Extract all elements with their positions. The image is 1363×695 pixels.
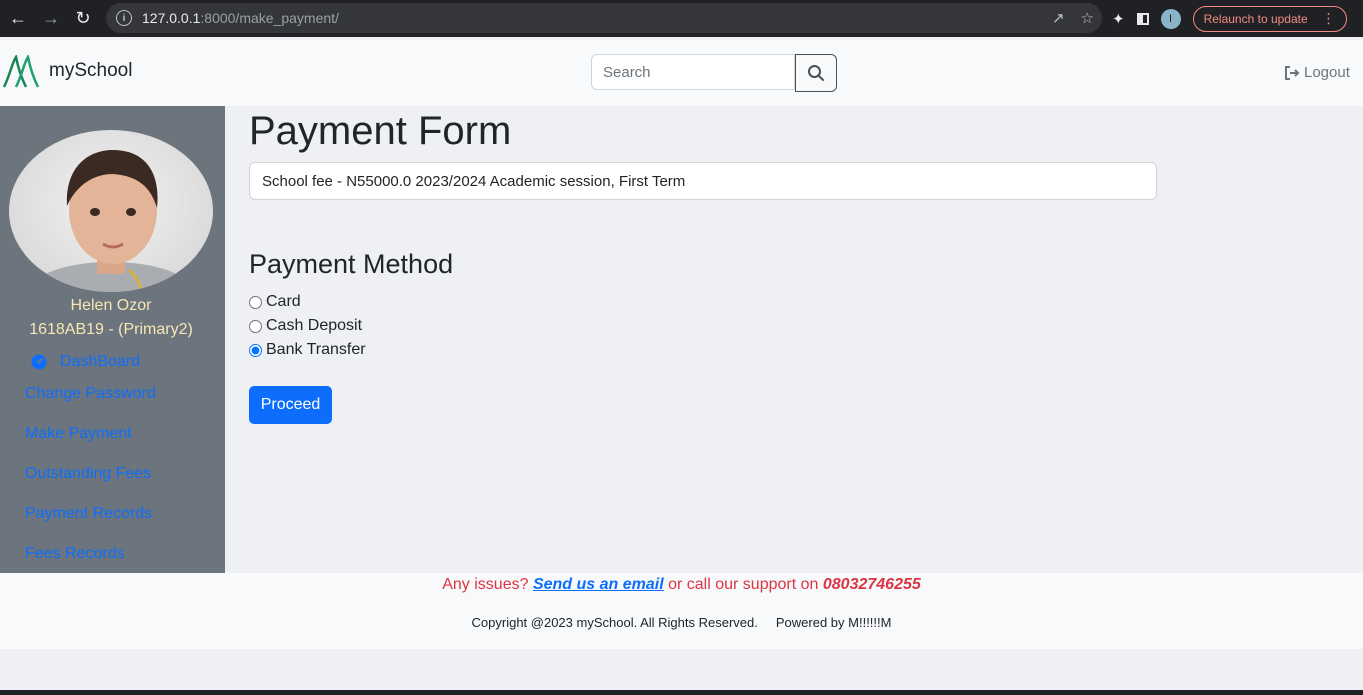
relaunch-label: Relaunch to update: [1203, 11, 1308, 26]
proceed-button[interactable]: Proceed: [249, 386, 332, 424]
site-info-icon[interactable]: i: [116, 10, 132, 26]
side-panel-icon[interactable]: [1136, 12, 1149, 25]
cash-deposit-label: Cash Deposit: [266, 317, 363, 334]
method-option-card[interactable]: Card: [249, 293, 301, 311]
logout-label: Logout: [1304, 64, 1350, 81]
url-host: 127.0.0.1: [142, 10, 201, 26]
sidebar-item-payment-records[interactable]: Payment Records: [25, 505, 152, 523]
search-button[interactable]: [795, 54, 837, 92]
method-option-cash-deposit[interactable]: Cash Deposit: [249, 317, 362, 335]
powered-by-text: Powered by M!!!!!!M: [775, 615, 892, 630]
sidebar-item-make-payment[interactable]: Make Payment: [25, 425, 132, 443]
page-title: Payment Form: [249, 109, 512, 153]
student-name: Helen Ozor: [70, 297, 152, 314]
sidebar-item-label: DashBoard: [60, 353, 141, 370]
search-icon: [808, 65, 824, 81]
sidebar-item-dashboard[interactable]: DashBoard: [31, 353, 140, 371]
profile-avatar[interactable]: I: [1160, 8, 1181, 29]
student-avatar: [9, 130, 213, 292]
url-text[interactable]: 127.0.0.1:8000/make_payment/: [142, 10, 339, 26]
copyright-text: Copyright @2023 mySchool. All Rights Res…: [471, 615, 758, 630]
sidebar-item-change-password[interactable]: Change Password: [25, 385, 156, 403]
brand-name[interactable]: mySchool: [49, 60, 132, 82]
bank-transfer-radio[interactable]: [249, 343, 262, 357]
taskbar-strip: [0, 690, 1363, 695]
bank-transfer-label: Bank Transfer: [266, 341, 366, 358]
share-icon[interactable]: ↗: [1052, 9, 1065, 27]
fee-select-field[interactable]: [249, 162, 1157, 200]
support-line: Any issues? Send us an email or call our…: [0, 576, 1363, 594]
support-phone: 08032746255: [822, 576, 921, 593]
bookmark-star-icon[interactable]: ☆: [1081, 9, 1094, 27]
payment-method-heading: Payment Method: [249, 249, 454, 279]
search-input[interactable]: [591, 54, 795, 90]
extensions-icon[interactable]: ✦: [1112, 10, 1125, 28]
myschool-logo[interactable]: [2, 53, 40, 94]
issues-prefix: Any issues?: [442, 576, 529, 593]
relaunch-button[interactable]: Relaunch to update ⋮: [1192, 5, 1347, 32]
card-radio[interactable]: [249, 295, 262, 309]
dashboard-gauge-icon: [31, 354, 47, 370]
cash-deposit-radio[interactable]: [249, 319, 262, 333]
browser-toolbar: ← → ↻ i 127.0.0.1:8000/make_payment/ ↗ ☆…: [0, 0, 1363, 37]
sidebar-item-fees-records[interactable]: Fees Records: [25, 545, 125, 563]
address-bar[interactable]: i 127.0.0.1:8000/make_payment/ ↗ ☆: [106, 3, 1102, 33]
sidebar-item-outstanding-fees[interactable]: Outstanding Fees: [25, 465, 151, 483]
sign-out-icon: [1285, 65, 1300, 80]
copyright-line: Copyright @2023 mySchool. All Rights Res…: [0, 615, 1363, 630]
issues-middle: or call our support on: [668, 576, 819, 593]
card-label: Card: [266, 293, 301, 310]
forward-icon[interactable]: →: [35, 2, 67, 34]
method-option-bank-transfer[interactable]: Bank Transfer: [249, 341, 366, 359]
back-icon[interactable]: ←: [2, 2, 34, 34]
student-id: 1618AB19 - (Primary2): [29, 321, 193, 338]
email-support-link[interactable]: Send us an email: [533, 576, 664, 593]
reload-icon[interactable]: ↻: [67, 2, 99, 34]
url-path: :8000/make_payment/: [200, 10, 339, 26]
logout-link[interactable]: Logout: [1284, 64, 1350, 81]
more-menu-icon[interactable]: ⋮: [1322, 10, 1336, 27]
